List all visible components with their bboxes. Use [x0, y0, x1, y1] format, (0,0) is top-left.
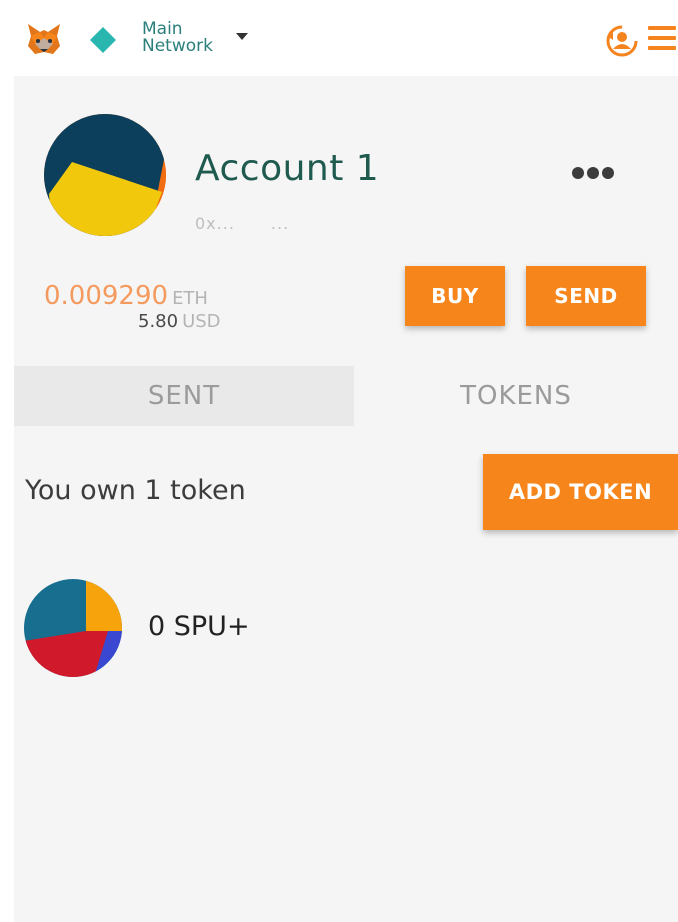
usd-unit: USD: [182, 311, 221, 332]
send-button[interactable]: SEND: [526, 266, 646, 326]
tab-bar: SENT TOKENS: [14, 366, 678, 426]
account-switch-icon[interactable]: [604, 24, 640, 58]
token-identicon: [24, 579, 122, 677]
metamask-fox-icon[interactable]: [26, 22, 62, 56]
network-name-line2: Network: [142, 36, 213, 56]
token-amount: 0 SPU+: [148, 611, 250, 642]
tab-sent[interactable]: SENT: [14, 366, 354, 426]
token-count-label: You own 1 token: [25, 475, 246, 506]
top-bar: Main Network: [0, 0, 678, 76]
account-name[interactable]: Account 1: [195, 149, 379, 189]
more-options-icon[interactable]: [572, 164, 622, 180]
network-selector[interactable]: Main Network: [142, 21, 213, 55]
token-list-item[interactable]: 0 SPU+: [24, 579, 664, 679]
address-suffix: ...: [270, 214, 290, 233]
tab-tokens[interactable]: TOKENS: [354, 366, 678, 426]
eth-balance-value: 0.009290: [44, 281, 169, 311]
usd-balance-value: 5.80: [138, 311, 179, 332]
eth-balance: 0.009290 ETH: [44, 281, 208, 314]
usd-balance: 5.80 USD: [138, 311, 221, 333]
add-token-button[interactable]: ADD TOKEN: [483, 454, 678, 530]
buy-button[interactable]: BUY: [405, 266, 505, 326]
address-prefix: 0x...: [195, 214, 235, 233]
network-diamond-icon[interactable]: [90, 27, 116, 53]
hamburger-menu-icon[interactable]: [648, 26, 678, 54]
eth-unit: ETH: [172, 288, 208, 309]
identicon-avatar[interactable]: [44, 114, 166, 236]
account-address[interactable]: 0x......: [195, 214, 289, 233]
caret-down-icon[interactable]: [236, 33, 248, 40]
account-panel: Account 1 0x...... 0.009290 ETH 5.80 USD B…: [14, 76, 678, 922]
